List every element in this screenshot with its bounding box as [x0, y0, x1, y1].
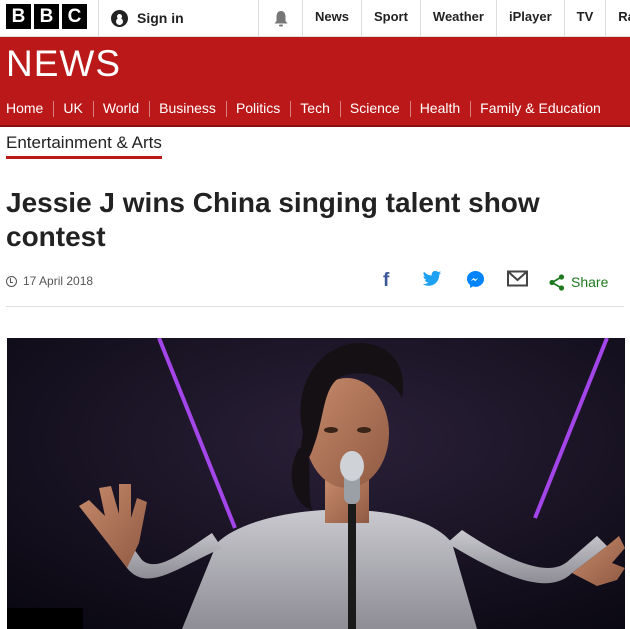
bbc-logo-letter: C	[62, 4, 87, 29]
article-headline: Jessie J wins China singing talent show …	[6, 187, 540, 252]
bbc-logo-letter: B	[34, 4, 59, 29]
section-link[interactable]: Entertainment & Arts	[6, 133, 162, 159]
news-nav: Home UK World Business Politics Tech Sci…	[0, 90, 630, 125]
bbc-logo[interactable]: B B C	[6, 4, 87, 29]
image-caption-bar	[7, 608, 83, 629]
sign-in-label: Sign in	[137, 10, 184, 26]
share-twitter-button[interactable]	[422, 270, 442, 294]
nav-item-world[interactable]: World	[92, 100, 149, 117]
notification-button[interactable]	[258, 0, 303, 36]
notification-bell-icon	[274, 10, 288, 26]
nav-item-politics[interactable]: Politics	[225, 100, 290, 117]
email-icon	[507, 270, 528, 287]
clock-icon	[6, 275, 17, 287]
nav-divider	[0, 125, 630, 127]
user-icon	[111, 9, 128, 27]
global-nav: News Sport Weather iPlayer TV Radi	[302, 0, 630, 36]
share-button[interactable]: Share	[549, 270, 608, 294]
news-logo[interactable]: NEWS	[6, 43, 121, 85]
nav-item-business[interactable]: Business	[149, 100, 226, 117]
bbc-global-bar: B B C Sign in News Sport Weather iPlayer…	[0, 0, 630, 37]
bbc-logo-letter: B	[6, 4, 31, 29]
share-label: Share	[571, 274, 609, 290]
share-messenger-button[interactable]	[466, 270, 485, 294]
nav-item-family-education[interactable]: Family & Education	[470, 100, 611, 117]
byline-divider	[6, 306, 624, 307]
global-nav-weather[interactable]: Weather	[419, 0, 496, 36]
news-masthead: NEWS	[0, 37, 630, 90]
article-date: 17 April 2018	[6, 274, 93, 288]
nav-item-health[interactable]: Health	[409, 100, 470, 117]
performer-photo	[7, 338, 625, 629]
nav-item-tech[interactable]: Tech	[290, 100, 340, 117]
facebook-icon: f	[383, 270, 390, 291]
global-nav-sport[interactable]: Sport	[360, 0, 420, 36]
global-nav-news[interactable]: News	[302, 0, 361, 36]
twitter-icon	[422, 270, 442, 286]
global-nav-radio[interactable]: Radi	[605, 0, 630, 36]
share-email-button[interactable]	[507, 270, 528, 294]
global-nav-iplayer[interactable]: iPlayer	[495, 0, 564, 36]
messenger-icon	[466, 270, 485, 289]
share-facebook-button[interactable]: f	[383, 270, 389, 294]
global-nav-tv[interactable]: TV	[563, 0, 606, 36]
article-hero-image	[7, 338, 625, 629]
article-date-text: 17 April 2018	[23, 274, 94, 288]
nav-item-home[interactable]: Home	[0, 100, 53, 116]
sign-in-button[interactable]: Sign in	[98, 0, 258, 36]
share-icon	[549, 273, 565, 291]
nav-item-uk[interactable]: UK	[53, 100, 92, 117]
nav-item-science[interactable]: Science	[339, 100, 410, 117]
